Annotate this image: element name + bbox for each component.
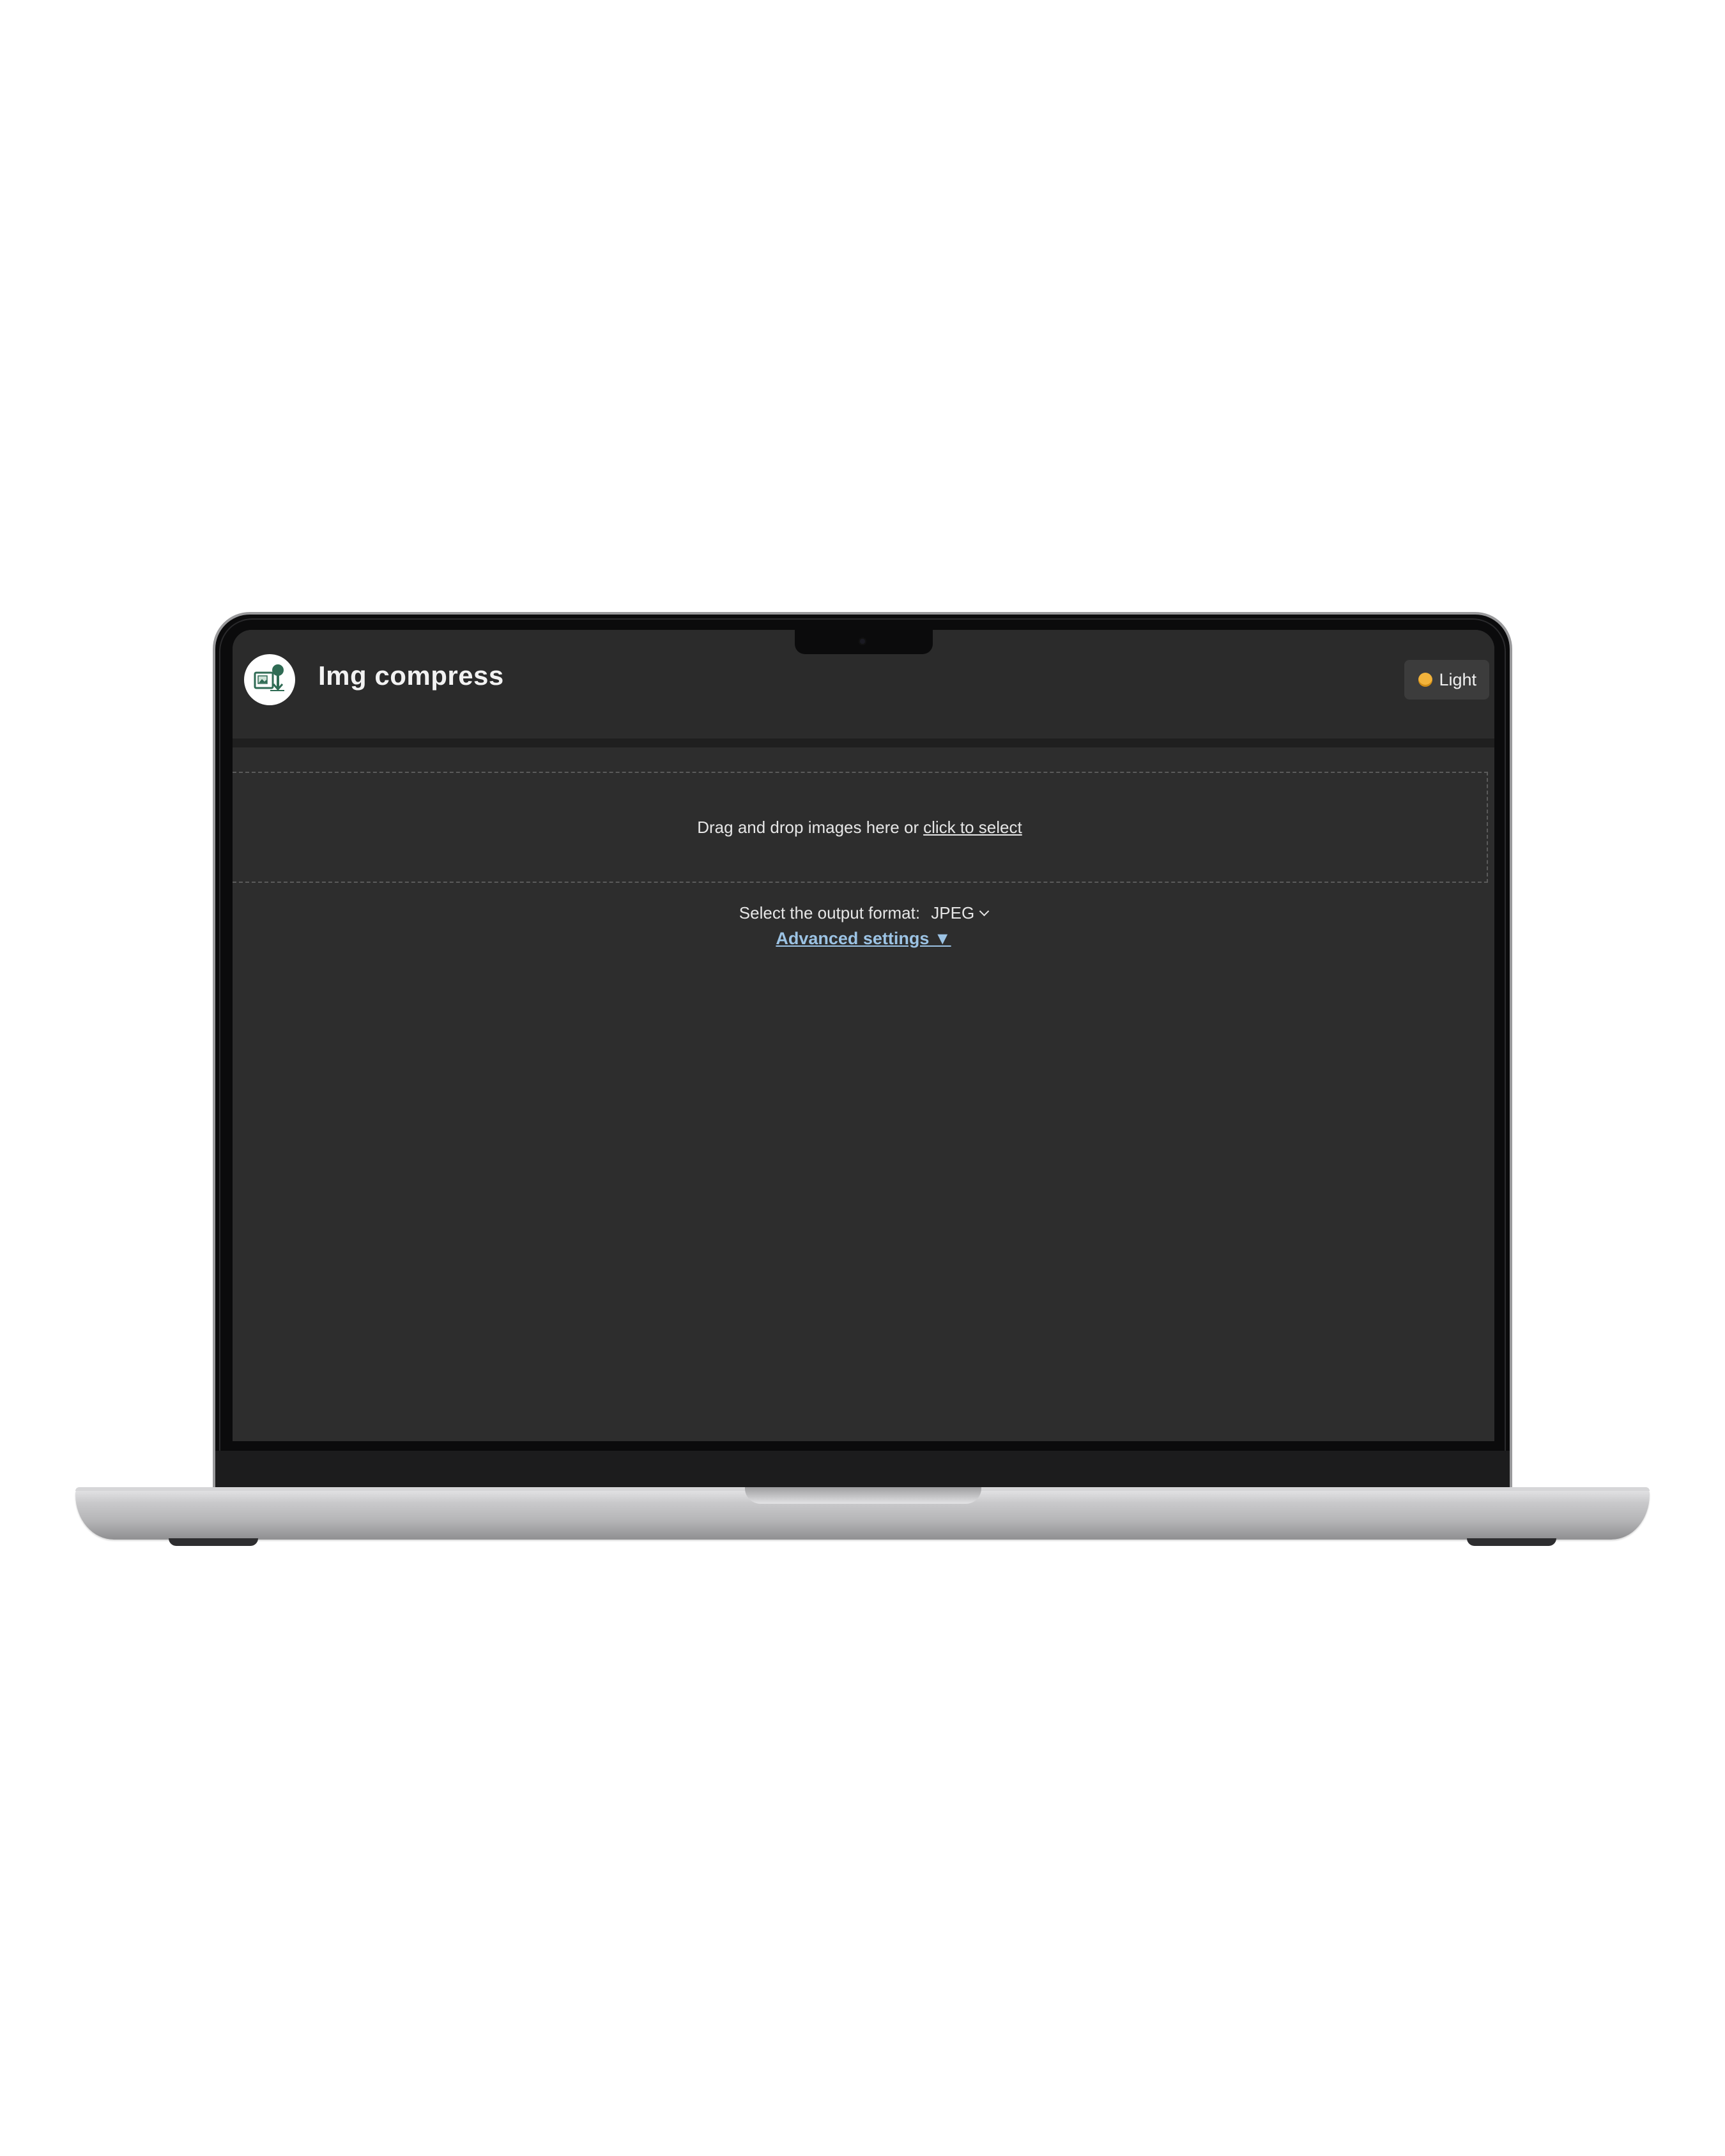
- laptop-mockup: Img compress Light Drag and drop images …: [0, 0, 1725, 2156]
- laptop-foot-left: [169, 1538, 258, 1546]
- app-screen: Img compress Light Drag and drop images …: [233, 630, 1494, 1441]
- advanced-settings-row: Advanced settings ▼: [233, 929, 1494, 949]
- output-format-value: JPEG: [931, 903, 975, 922]
- image-compress-logo-icon: [244, 654, 295, 705]
- theme-toggle-label: Light: [1439, 669, 1476, 689]
- camera-icon: [859, 638, 866, 645]
- output-format-select[interactable]: JPEG: [931, 903, 990, 923]
- image-dropzone[interactable]: Drag and drop images here or click to se…: [233, 772, 1488, 883]
- advanced-settings-link[interactable]: Advanced settings ▼: [776, 929, 951, 948]
- chevron-down-icon: [979, 906, 990, 917]
- click-to-select-link[interactable]: click to select: [923, 818, 1022, 837]
- dropzone-text: Drag and drop images here or: [697, 817, 919, 837]
- app-title: Img compress: [318, 661, 504, 691]
- sun-icon: [1418, 673, 1433, 687]
- theme-toggle-button[interactable]: Light: [1404, 660, 1489, 700]
- output-format-label: Select the output format:: [739, 903, 921, 922]
- output-format-row: Select the output format: JPEG: [233, 903, 1494, 923]
- camera-notch: [795, 630, 933, 654]
- laptop-bezel-chin: [215, 1451, 1510, 1490]
- lid-opening-notch: [745, 1487, 981, 1504]
- laptop-base: [75, 1487, 1650, 1540]
- laptop-foot-right: [1467, 1538, 1556, 1546]
